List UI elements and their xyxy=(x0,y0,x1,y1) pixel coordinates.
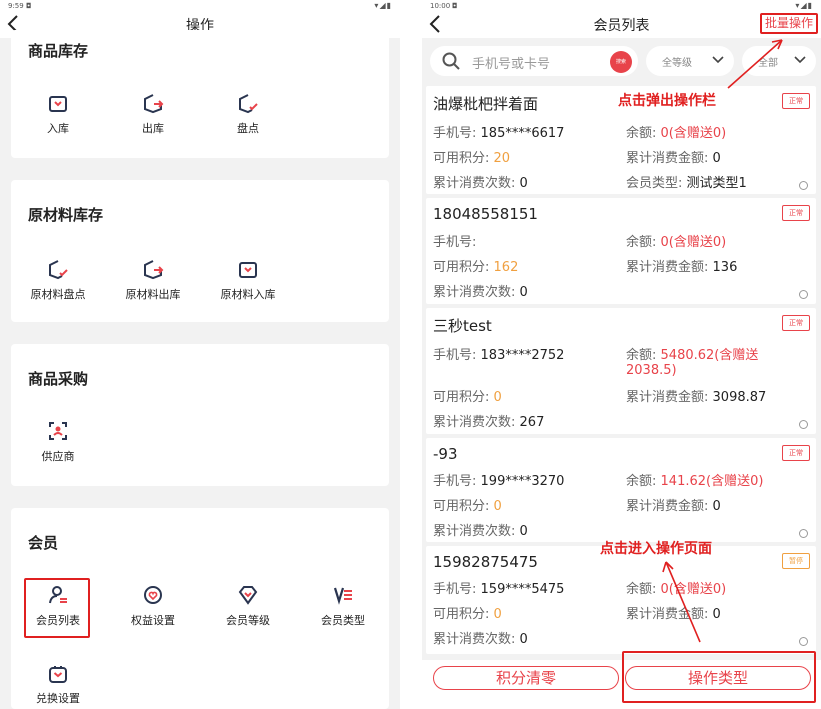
inbox-in-icon xyxy=(239,262,257,278)
gift-bag-icon xyxy=(49,666,67,683)
grid-item-label: 出库 xyxy=(142,122,164,135)
grid-item-member-level[interactable]: 会员等级 xyxy=(208,584,288,628)
annotation-arrows xyxy=(662,39,783,643)
grid-item-label: 权益设置 xyxy=(131,614,175,627)
material-stock-card: 原材料库存 原材料盘点 原材料出库 原材料入库 xyxy=(11,180,389,322)
stocktake-icon xyxy=(239,94,258,114)
supplier-icon xyxy=(49,422,67,440)
notification-icon: ◘ xyxy=(26,2,32,10)
grid-item-label: 原材料入库 xyxy=(220,288,276,301)
member-type-icon xyxy=(333,587,352,605)
grid-item-label: 会员等级 xyxy=(226,614,270,627)
outbox-icon xyxy=(144,94,164,114)
grid-item-label: 原材料盘点 xyxy=(30,288,86,301)
annotation-highlight-member-list xyxy=(24,578,90,638)
grid-item-label: 原材料出库 xyxy=(125,288,181,301)
grid-item-material-inbound[interactable]: 原材料入库 xyxy=(208,258,288,302)
grid-item-label: 供应商 xyxy=(41,450,75,463)
grid-item-material-outbound[interactable]: 原材料出库 xyxy=(113,258,193,302)
member-list-screen: 10:00 ◘ ▾◢▮ 会员列表 批量操作 手机号或卡号 搜索 全等级 全部 油… xyxy=(422,0,821,709)
grid-item-goods-inbound[interactable]: 入库 xyxy=(18,92,98,136)
grid-item-label: 会员类型 xyxy=(321,614,365,627)
purchase-card: 商品采购 供应商 xyxy=(11,344,389,486)
grid-item-label: 兑换设置 xyxy=(36,692,80,705)
section-title: 商品采购 xyxy=(28,370,89,388)
grid-item-benefits[interactable]: 权益设置 xyxy=(113,584,193,628)
operations-screen: 9:59 ◘ ▾◢▮ 操作 商品库存 入库 出库 盘点 原材料库存 原材料盘点 xyxy=(0,0,400,709)
grid-item-label: 入库 xyxy=(47,122,69,135)
diamond-icon xyxy=(238,586,258,605)
stocktake-icon xyxy=(49,260,68,280)
status-bar: 9:59 ◘ ▾◢▮ xyxy=(0,0,400,12)
grid-item-material-stocktake[interactable]: 原材料盘点 xyxy=(18,258,98,302)
benefits-icon xyxy=(144,586,162,604)
status-time: 9:59 xyxy=(8,2,24,10)
outbox-icon xyxy=(144,260,164,280)
system-status-icons: ▾◢▮ xyxy=(374,1,392,10)
annotation-arrow-batch xyxy=(727,39,783,89)
member-card: 会员 会员列表 权益设置 会员等级 会员类型 兑换设置 xyxy=(11,508,389,709)
section-title: 原材料库存 xyxy=(28,206,104,224)
annotation-arrow-operation-type xyxy=(662,561,701,643)
section-title: 会员 xyxy=(28,534,59,552)
section-title: 商品库存 xyxy=(28,42,89,60)
grid-item-supplier[interactable]: 供应商 xyxy=(18,420,98,464)
goods-stock-card: 商品库存 入库 出库 盘点 xyxy=(11,30,389,158)
grid-item-exchange-settings[interactable]: 兑换设置 xyxy=(18,662,98,706)
grid-item-goods-stocktake[interactable]: 盘点 xyxy=(208,92,288,136)
grid-item-label: 盘点 xyxy=(237,122,259,135)
grid-item-member-type[interactable]: 会员类型 xyxy=(303,584,383,628)
inbox-in-icon xyxy=(49,96,67,112)
grid-item-goods-outbound[interactable]: 出库 xyxy=(113,92,193,136)
